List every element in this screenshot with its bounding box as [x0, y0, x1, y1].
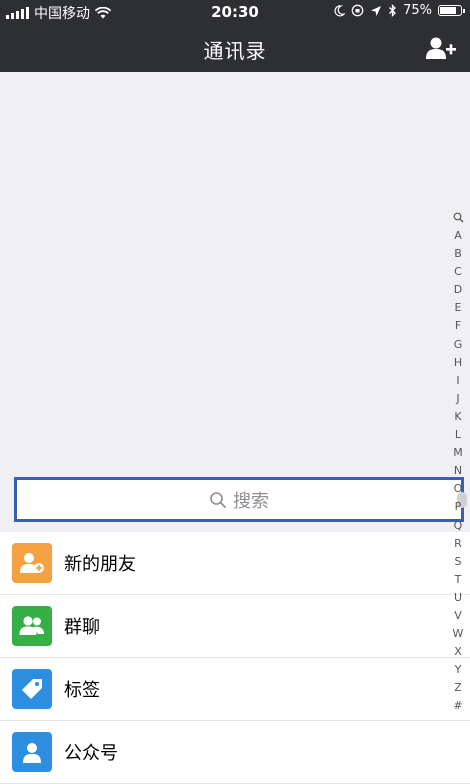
- index-letter[interactable]: U: [454, 589, 462, 607]
- location-icon: [371, 5, 382, 16]
- moon-icon: [334, 4, 346, 16]
- index-letter[interactable]: Q: [454, 517, 463, 535]
- index-letter[interactable]: N: [454, 462, 462, 480]
- list-item-label: 新的朋友: [64, 554, 136, 575]
- index-letter[interactable]: H: [454, 354, 462, 372]
- index-letter[interactable]: P: [455, 498, 462, 516]
- index-letter[interactable]: F: [455, 317, 461, 335]
- index-letter[interactable]: I: [456, 372, 459, 390]
- list-item-new-friends[interactable]: 新的朋友: [0, 532, 470, 595]
- index-letter[interactable]: L: [455, 426, 461, 444]
- index-letter[interactable]: A: [454, 227, 462, 245]
- list-item-label: 标签: [64, 680, 100, 701]
- list-item-official-accounts[interactable]: 公众号: [0, 721, 470, 784]
- index-letter[interactable]: J: [456, 390, 459, 408]
- search-placeholder: 搜索: [233, 490, 269, 512]
- index-letter[interactable]: M: [453, 444, 463, 462]
- search-bar[interactable]: 搜索: [14, 477, 467, 522]
- search-icon: [210, 491, 226, 508]
- index-letter[interactable]: #: [453, 697, 462, 715]
- index-letter[interactable]: B: [454, 245, 462, 263]
- index-letter[interactable]: T: [455, 571, 462, 589]
- battery-percent: 75%: [403, 3, 432, 18]
- add-contact-icon[interactable]: [426, 36, 456, 60]
- new-friends-icon: [12, 543, 52, 583]
- index-letter[interactable]: Z: [454, 679, 462, 697]
- index-search-icon[interactable]: [453, 212, 464, 223]
- index-letter[interactable]: O: [454, 480, 463, 498]
- nav-bar: 通讯录: [0, 24, 470, 72]
- battery-fill: [440, 7, 456, 14]
- index-letter[interactable]: R: [454, 535, 462, 553]
- index-letter[interactable]: E: [455, 299, 462, 317]
- orientation-lock-icon: [351, 4, 364, 17]
- index-letter[interactable]: Y: [455, 661, 462, 679]
- bluetooth-icon: [389, 4, 397, 17]
- index-letter[interactable]: D: [454, 281, 462, 299]
- group-chat-icon: [12, 606, 52, 646]
- alphabet-index-bar[interactable]: A B C D E F G H I J K L M N O P Q R S T …: [450, 212, 466, 716]
- list-item-label: 群聊: [64, 617, 100, 638]
- list-item-tags[interactable]: 标签: [0, 658, 470, 721]
- battery-icon: [438, 5, 465, 16]
- list-item-label: 公众号: [64, 743, 118, 764]
- index-letter[interactable]: W: [453, 625, 464, 643]
- list-item-group-chat[interactable]: 群聊: [0, 595, 470, 658]
- index-letter[interactable]: V: [454, 607, 462, 625]
- page-title: 通讯录: [203, 39, 267, 63]
- official-accounts-icon: [12, 732, 52, 772]
- index-letter[interactable]: K: [454, 408, 461, 426]
- status-right: 75%: [333, 3, 465, 18]
- index-letter[interactable]: X: [454, 643, 462, 661]
- index-letter[interactable]: G: [454, 336, 463, 354]
- contacts-list: 新的朋友 群聊 标签 公众号: [0, 532, 470, 784]
- tag-icon: [12, 669, 52, 709]
- status-bar: 中国移动 20:30 75%: [0, 0, 470, 24]
- search-input[interactable]: 搜索: [20, 483, 458, 516]
- index-letter[interactable]: S: [455, 553, 462, 571]
- index-letter[interactable]: C: [454, 263, 462, 281]
